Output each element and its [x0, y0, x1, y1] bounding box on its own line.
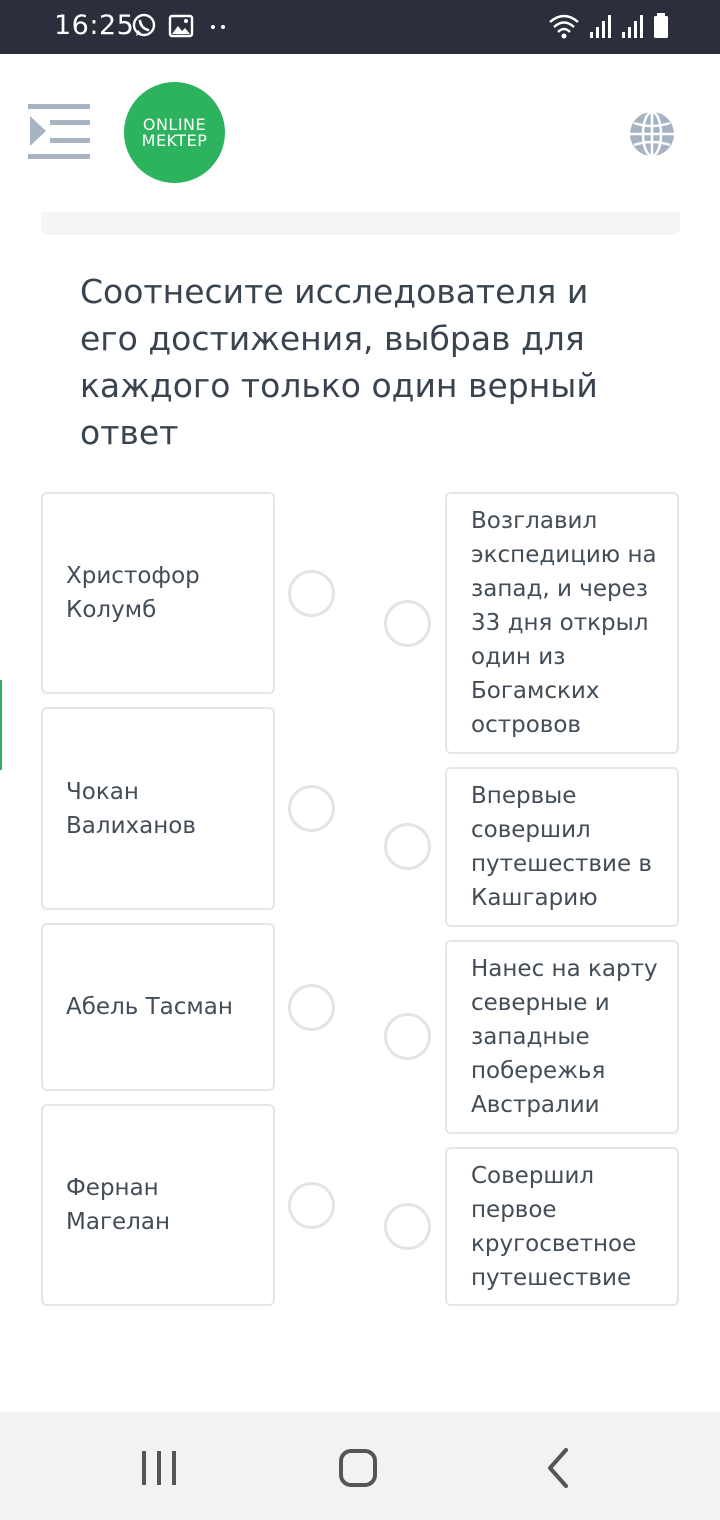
left-option-label: Фернан Магелан: [66, 1175, 171, 1235]
left-match-radio[interactable]: [288, 570, 335, 617]
signal-icon: [622, 15, 643, 38]
left-option-card[interactable]: Абель Тасман: [41, 923, 275, 1091]
right-option-card[interactable]: Нанес на карту северные и западные побер…: [445, 940, 679, 1134]
left-option-label: Христофор Колумб: [66, 563, 200, 623]
globe-icon[interactable]: [628, 110, 676, 158]
content-top-strip: [41, 212, 680, 235]
menu-icon[interactable]: [28, 102, 92, 162]
status-icons-left: [130, 12, 234, 40]
right-option-label: Возглавил экспедицию на запад, и через 3…: [471, 508, 657, 738]
left-option-label: Абель Тасман: [66, 994, 233, 1020]
left-match-radio[interactable]: [288, 785, 335, 832]
recent-apps-icon[interactable]: [134, 1448, 184, 1488]
right-option-label: Совершил первое кругосветное путешествие: [471, 1162, 637, 1291]
side-accent: [0, 680, 2, 770]
status-time: 16:25: [54, 10, 135, 41]
back-icon[interactable]: [536, 1448, 586, 1488]
right-match-radio[interactable]: [384, 600, 431, 647]
left-match-radio[interactable]: [288, 1182, 335, 1229]
left-match-radio[interactable]: [288, 984, 335, 1031]
right-option-card[interactable]: Возглавил экспедицию на запад, и через 3…: [445, 492, 679, 754]
system-nav-bar: [0, 1412, 720, 1520]
right-option-card[interactable]: Совершил первое кругосветное путешествие: [445, 1147, 679, 1306]
battery-icon: [654, 13, 668, 38]
gallery-icon: [168, 14, 194, 38]
wifi-icon: [549, 14, 579, 39]
logo-line2: MEKTEP: [141, 130, 208, 150]
left-option-card[interactable]: Христофор Колумб: [41, 492, 275, 694]
more-dots-icon: [211, 25, 225, 29]
right-match-radio[interactable]: [384, 1013, 431, 1060]
app-header: ONLINE MEKTEP: [0, 54, 720, 204]
right-match-radio[interactable]: [384, 1203, 431, 1250]
right-option-card[interactable]: Впервые совершил путешествие в Кашгарию: [445, 767, 679, 927]
right-match-radio[interactable]: [384, 823, 431, 870]
question-text: Соотнесите исследователя и его достижени…: [80, 272, 598, 452]
logo[interactable]: ONLINE MEKTEP: [124, 82, 225, 183]
right-option-label: Впервые совершил путешествие в Кашгарию: [471, 783, 652, 911]
status-icons-right: [548, 12, 670, 40]
signal-icon: [590, 15, 611, 38]
home-icon[interactable]: [333, 1448, 383, 1488]
left-option-label: Чокан Валиханов: [66, 778, 196, 839]
left-option-card[interactable]: Фернан Магелан: [41, 1104, 275, 1306]
right-option-label: Нанес на карту северные и западные побер…: [471, 956, 658, 1118]
status-bar: 16:25: [0, 0, 720, 54]
left-option-card[interactable]: Чокан Валиханов: [41, 707, 275, 910]
whatsapp-icon: [132, 13, 156, 37]
